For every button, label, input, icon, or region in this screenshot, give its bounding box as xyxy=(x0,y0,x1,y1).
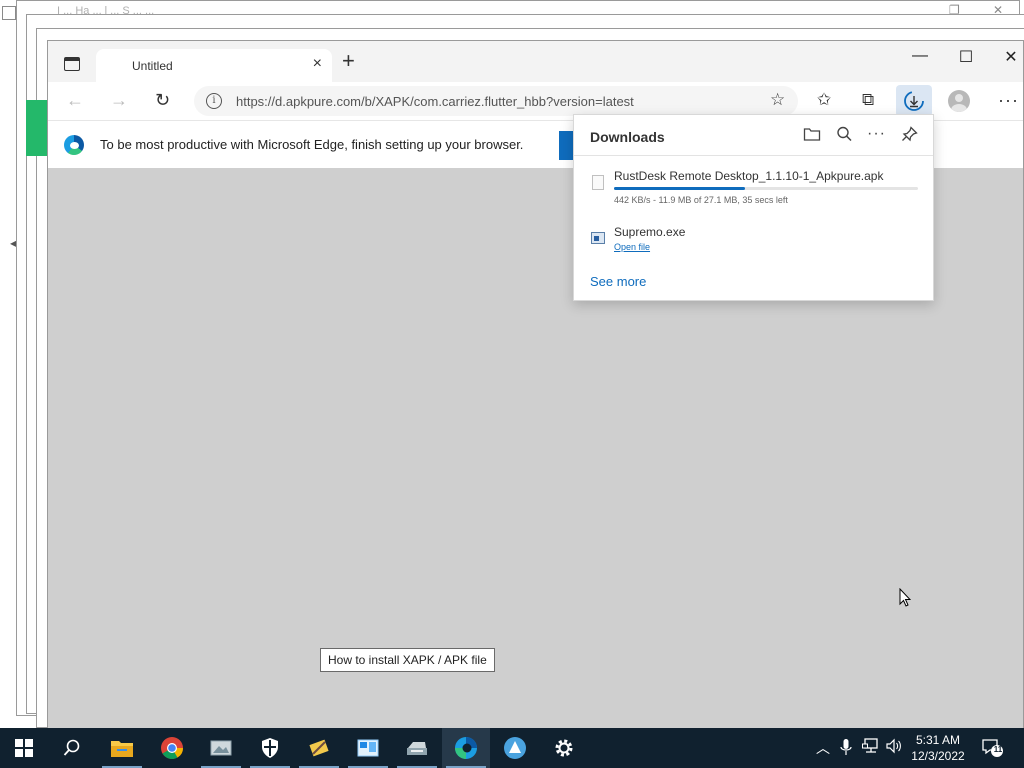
file-icon xyxy=(592,175,604,190)
start-button[interactable] xyxy=(0,728,48,768)
pin-icon[interactable] xyxy=(901,126,919,147)
tab-actions-icon[interactable] xyxy=(64,57,80,71)
title-bar: Untitled × + — ☐ ✕ xyxy=(48,41,1023,82)
notification-count: 11 xyxy=(993,745,1003,754)
address-bar[interactable]: i https://d.apkpure.com/b/XAPK/com.carri… xyxy=(194,86,798,116)
settings-more-button[interactable]: ··· xyxy=(998,90,1019,111)
app-store-icon xyxy=(504,737,526,759)
security-taskbar-button[interactable] xyxy=(246,728,294,768)
tab-untitled[interactable]: Untitled × xyxy=(96,49,332,82)
flyout-divider xyxy=(574,155,933,156)
microphone-icon[interactable] xyxy=(840,738,852,759)
clock-time: 5:31 AM xyxy=(915,733,961,747)
chevron-up-icon[interactable]: ︿ xyxy=(816,738,830,758)
refresh-button[interactable]: ↻ xyxy=(155,91,170,109)
chrome-icon xyxy=(161,737,183,759)
minimize-button[interactable]: — xyxy=(897,47,943,65)
tooltip: How to install XAPK / APK file xyxy=(320,648,495,672)
tool-taskbar-button[interactable] xyxy=(295,728,343,768)
tab-title: Untitled xyxy=(132,59,173,73)
download-filename[interactable]: Supremo.exe xyxy=(614,225,685,239)
printer-icon xyxy=(407,742,427,755)
forward-button[interactable]: → xyxy=(110,91,128,109)
add-favorite-icon[interactable]: ☆ xyxy=(770,91,785,109)
favorites-icon[interactable]: ✩ xyxy=(817,91,831,109)
search-button[interactable] xyxy=(48,728,96,768)
taskbar: ︿ 5:31 AM 12/3/2022 11 xyxy=(0,728,1024,768)
shield-icon xyxy=(262,738,278,758)
chevron-left-icon: ◂ xyxy=(10,236,17,250)
more-options-icon[interactable]: ··· xyxy=(867,125,886,143)
image-viewer-taskbar-button[interactable] xyxy=(197,728,245,768)
edge-taskbar-button[interactable] xyxy=(442,728,490,768)
clock-date: 12/3/2022 xyxy=(911,749,965,763)
url-text[interactable]: https://d.apkpure.com/b/XAPK/com.carriez… xyxy=(236,94,634,109)
close-button[interactable]: ✕ xyxy=(988,47,1024,67)
download-progress-fill xyxy=(614,187,745,190)
download-icon xyxy=(904,91,924,111)
download-status: 442 KB/s - 11.9 MB of 27.1 MB, 35 secs l… xyxy=(614,195,788,205)
profile-avatar[interactable] xyxy=(948,90,970,112)
folder-icon xyxy=(111,741,133,757)
edge-icon xyxy=(455,737,477,759)
see-more-link[interactable]: See more xyxy=(590,274,646,289)
windows-logo-icon xyxy=(15,739,33,757)
app-store-taskbar-button[interactable] xyxy=(491,728,539,768)
taskbar-clock[interactable]: 5:31 AM 12/3/2022 xyxy=(902,732,974,764)
tab-close-button[interactable]: × xyxy=(313,55,322,73)
remote-desktop-icon xyxy=(357,739,379,757)
background-green-bar xyxy=(26,100,48,156)
search-icon xyxy=(63,739,80,756)
downloads-flyout: Downloads ··· RustDesk Remote Desktop_1.… xyxy=(573,114,934,301)
exe-icon xyxy=(591,232,605,244)
infobar-message: To be most productive with Microsoft Edg… xyxy=(100,137,524,152)
maximize-button[interactable]: ☐ xyxy=(943,47,989,67)
settings-taskbar-button[interactable] xyxy=(540,728,588,768)
volume-icon[interactable] xyxy=(886,738,902,757)
collections-icon[interactable]: ⧉ xyxy=(862,91,874,109)
open-file-link[interactable]: Open file xyxy=(614,242,650,252)
open-folder-icon[interactable] xyxy=(803,126,821,147)
site-info-icon[interactable]: i xyxy=(206,93,222,109)
downloads-button[interactable] xyxy=(896,85,932,117)
download-filename[interactable]: RustDesk Remote Desktop_1.1.10-1_Apkpure… xyxy=(614,169,883,183)
network-icon[interactable] xyxy=(862,738,880,757)
download-progress-bar xyxy=(614,187,918,190)
notification-center-button[interactable]: 11 xyxy=(982,738,1004,758)
search-icon[interactable] xyxy=(836,126,854,147)
new-tab-button[interactable]: + xyxy=(342,50,355,72)
chrome-taskbar-button[interactable] xyxy=(148,728,196,768)
tool-icon xyxy=(309,739,329,757)
image-viewer-icon xyxy=(210,740,232,756)
remote-app-taskbar-button[interactable] xyxy=(344,728,392,768)
edge-logo-icon xyxy=(64,135,84,155)
printer-taskbar-button[interactable] xyxy=(393,728,441,768)
file-explorer-taskbar-button[interactable] xyxy=(98,728,146,768)
gear-icon xyxy=(555,739,573,757)
back-button[interactable]: ← xyxy=(66,91,84,109)
app-icon xyxy=(2,6,16,20)
downloads-title: Downloads xyxy=(590,129,665,145)
mouse-cursor-icon xyxy=(899,588,911,607)
